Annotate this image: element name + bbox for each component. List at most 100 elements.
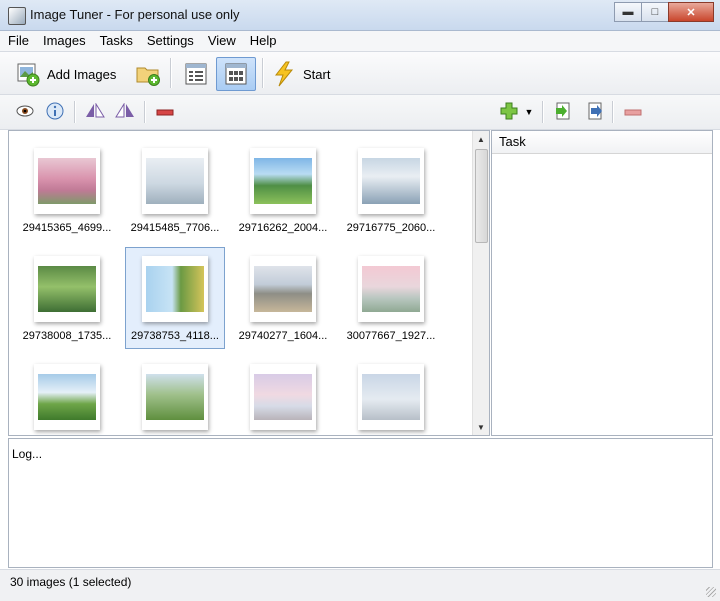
remove-task-button[interactable] <box>622 101 644 123</box>
toolbar-separator <box>144 101 145 123</box>
thumbnail-image <box>250 256 316 322</box>
menu-tasks[interactable]: Tasks <box>92 31 139 51</box>
toolbar-separator <box>612 101 613 123</box>
thumbnail-image <box>142 364 208 430</box>
thumbnail-view-icon <box>223 61 249 87</box>
thumbnail-image <box>142 256 208 322</box>
title-bar: Image Tuner - For personal use only ▬ □ … <box>0 0 720 31</box>
log-panel: Log... <box>8 438 713 568</box>
remove-image-button[interactable] <box>154 101 176 123</box>
task-panel: Task <box>491 130 713 436</box>
main-toolbar: Add Images Start <box>0 52 720 95</box>
thumbnail-item[interactable]: 29415365_4699... <box>17 139 117 241</box>
thumbnail-caption: 29740277_1604... <box>238 330 328 342</box>
thumbnail-caption: 29738753_4118... <box>131 330 219 342</box>
add-images-label: Add Images <box>47 66 117 82</box>
import-task-button[interactable] <box>552 101 574 123</box>
thumbnail-image <box>250 148 316 214</box>
thumbnail-caption: 29415485_7706... <box>130 222 220 234</box>
thumbnail-image <box>34 148 100 214</box>
window-controls: ▬ □ ✕ <box>614 2 714 22</box>
app-icon <box>8 7 26 25</box>
flip-left-button[interactable] <box>84 101 106 123</box>
image-preview <box>38 266 96 312</box>
thumbnail-caption: 29738008_1735... <box>22 330 112 342</box>
toolbar-separator <box>262 58 263 88</box>
start-label: Start <box>303 66 331 82</box>
image-preview <box>362 374 420 420</box>
thumbnail-image <box>142 148 208 214</box>
lightning-icon <box>271 61 297 87</box>
minimize-button[interactable]: ▬ <box>614 2 642 22</box>
thumbnail-caption: 30077667_1927... <box>346 330 436 342</box>
thumbnail-image <box>34 364 100 430</box>
close-button[interactable]: ✕ <box>668 2 714 22</box>
add-folder-icon <box>135 61 161 87</box>
menu-images[interactable]: Images <box>35 31 92 51</box>
eye-icon <box>16 104 34 121</box>
thumbnail-item[interactable]: 29740277_1604... <box>233 247 333 349</box>
maximize-button[interactable]: □ <box>641 2 669 22</box>
image-preview <box>146 374 204 420</box>
scroll-up-icon[interactable]: ▲ <box>473 131 489 147</box>
thumbnail-image <box>358 364 424 430</box>
export-icon <box>586 102 604 123</box>
info-icon <box>46 102 64 123</box>
image-preview <box>146 158 204 204</box>
window-title: Image Tuner - For personal use only <box>30 7 240 22</box>
minus-icon <box>624 105 642 120</box>
thumbnail-item[interactable]: 29738008_1735... <box>17 247 117 349</box>
thumbnail-item[interactable] <box>125 355 225 435</box>
thumbnail-item[interactable]: 29716262_2004... <box>233 139 333 241</box>
thumbnail-image <box>358 256 424 322</box>
export-task-button[interactable] <box>584 101 606 123</box>
preview-button[interactable] <box>14 101 36 123</box>
thumbnail-item[interactable]: 29738753_4118... <box>125 247 225 349</box>
chevron-down-icon: ▼ <box>524 107 534 117</box>
thumbnail-caption: 29415365_4699... <box>22 222 112 234</box>
add-images-icon <box>15 61 41 87</box>
thumbnail-image <box>34 256 100 322</box>
thumbnail-item[interactable]: 29716775_2060... <box>341 139 441 241</box>
thumbnail-caption: 29716262_2004... <box>238 222 328 234</box>
image-preview <box>254 266 312 312</box>
thumbnail-view-button[interactable] <box>216 57 256 91</box>
thumbnail-scrollbar[interactable]: ▲ ▼ <box>472 131 489 435</box>
add-task-dropdown[interactable]: ▼ <box>522 101 536 123</box>
thumbnail-item[interactable]: 29415485_7706... <box>125 139 225 241</box>
secondary-toolbar: ▼ <box>0 95 720 130</box>
thumbnail-item[interactable] <box>341 355 441 435</box>
menu-file[interactable]: File <box>0 31 35 51</box>
status-text: 30 images (1 selected) <box>10 575 132 589</box>
scroll-down-icon[interactable]: ▼ <box>473 419 489 435</box>
plus-icon <box>500 102 518 123</box>
thumbnail-image <box>358 148 424 214</box>
status-bar: 30 images (1 selected) <box>0 569 720 601</box>
start-button[interactable]: Start <box>270 57 331 91</box>
thumbnail-item[interactable]: 30077667_1927... <box>341 247 441 349</box>
toolbar-separator <box>170 58 171 88</box>
details-view-button[interactable] <box>180 57 212 91</box>
flip-right-button[interactable] <box>114 101 136 123</box>
thumbnail-item[interactable] <box>233 355 333 435</box>
task-column-header[interactable]: Task <box>492 131 712 154</box>
image-preview <box>254 158 312 204</box>
info-button[interactable] <box>44 101 66 123</box>
scroll-thumb[interactable] <box>475 149 488 243</box>
thumbnail-caption: 29716775_2060... <box>346 222 436 234</box>
image-preview <box>146 266 204 312</box>
add-folder-button[interactable] <box>134 57 162 91</box>
menu-settings[interactable]: Settings <box>139 31 200 51</box>
menu-view[interactable]: View <box>200 31 242 51</box>
thumbnail-item[interactable] <box>17 355 117 435</box>
add-images-button[interactable]: Add Images <box>14 57 117 91</box>
image-preview <box>254 374 312 420</box>
toolbar-separator <box>542 101 543 123</box>
flip-horizontal-icon <box>85 101 105 122</box>
image-preview <box>362 266 420 312</box>
add-task-button[interactable] <box>498 101 520 123</box>
import-icon <box>554 102 572 123</box>
resize-grip[interactable] <box>706 587 716 597</box>
menu-help[interactable]: Help <box>242 31 283 51</box>
image-preview <box>362 158 420 204</box>
